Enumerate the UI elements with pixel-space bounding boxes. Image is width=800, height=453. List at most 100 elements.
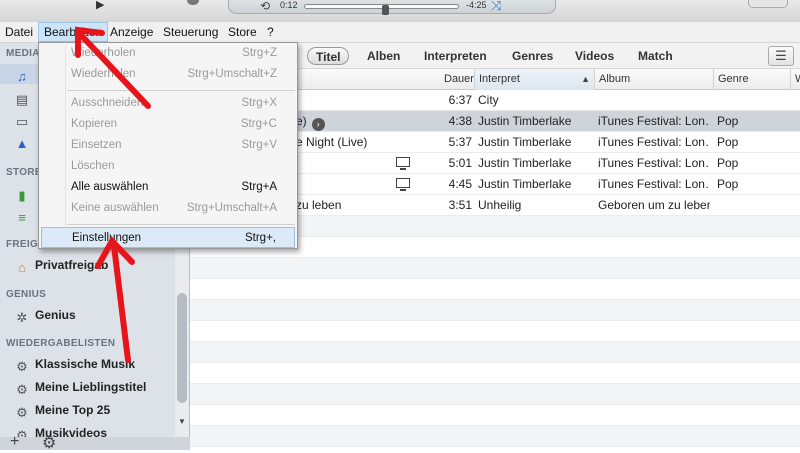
track-name: zu leben — [296, 198, 342, 212]
track-name: e Night (Live) — [296, 135, 368, 149]
menu-store[interactable]: Store — [223, 22, 262, 42]
tab-genres[interactable]: Genres — [512, 47, 553, 65]
tab-alben[interactable]: Alben — [367, 47, 400, 65]
search-field-edge[interactable] — [748, 0, 788, 8]
table-row[interactable] — [190, 426, 800, 447]
tv-icon: ▭ — [15, 114, 29, 129]
track-genre: Pop — [717, 156, 739, 170]
house-icon: ⌂ — [18, 260, 26, 275]
menu-separator — [67, 90, 295, 91]
menu-item-preferences[interactable]: Einstellungen Strg+, — [41, 227, 295, 248]
track-duration: 3:51 — [448, 198, 472, 212]
repeat-icon[interactable]: ⟲ — [260, 0, 270, 13]
sort-ascending-icon: ▲ — [581, 74, 590, 84]
sidebar-item-label: Privatfreigab — [35, 258, 109, 272]
scrollbar-thumb[interactable] — [177, 293, 187, 403]
menu-item-label: Einsetzen — [71, 139, 122, 151]
menu-item-copy[interactable]: Kopieren Strg+C — [39, 114, 297, 135]
menu-item-undo[interactable]: Wiederholen Strg+Z — [39, 43, 297, 64]
menu-item-redo[interactable]: Wiederholen Strg+Umschalt+Z — [39, 64, 297, 85]
sidebar-item-movies[interactable]: ▤ — [14, 87, 35, 107]
volume-slider-knob[interactable] — [187, 0, 199, 5]
table-row[interactable] — [190, 258, 800, 279]
table-row[interactable] — [190, 384, 800, 405]
menu-item-shortcut: Strg+X — [241, 97, 277, 109]
menu-bearbeiten[interactable]: Bearbeiten — [38, 22, 109, 42]
menu-item-delete[interactable]: Löschen — [39, 156, 297, 177]
column-album[interactable]: Album — [594, 69, 713, 90]
sidebar-item-genius[interactable]: ✲ Genius — [14, 305, 76, 325]
shuffle-icon[interactable]: ⤨ — [491, 0, 501, 14]
menu-anzeige[interactable]: Anzeige — [105, 22, 158, 42]
store-bag-icon: ▮ — [18, 188, 26, 203]
menu-item-shortcut: Strg+C — [240, 118, 277, 130]
scroll-down-icon[interactable]: ▼ — [178, 417, 186, 426]
track-album: iTunes Festival: Lon… — [598, 135, 710, 149]
menu-item-label: Alle auswählen — [71, 181, 149, 193]
track-duration: 5:01 — [448, 156, 472, 170]
menu-item-paste[interactable]: Einsetzen Strg+V — [39, 135, 297, 156]
table-row[interactable] — [190, 321, 800, 342]
track-artist: Unheilig — [478, 198, 522, 212]
sidebar-item-tv[interactable]: ▭ — [14, 109, 35, 129]
add-playlist-icon[interactable]: + — [10, 433, 19, 451]
track-duration: 6:37 — [448, 93, 472, 107]
menu-help[interactable]: ? — [262, 22, 279, 42]
track-duration: 5:37 — [448, 135, 472, 149]
table-row[interactable] — [190, 405, 800, 426]
sidebar-item-partial[interactable]: ⚙ Musikvideos — [14, 423, 107, 437]
go-arrow-icon[interactable]: › — [311, 118, 325, 131]
sidebar-item-apps[interactable]: ▲ — [14, 131, 35, 151]
menu-steuerung[interactable]: Steuerung — [158, 22, 223, 42]
video-screen-icon — [396, 157, 410, 170]
sidebar-item-itunes-store[interactable]: ▮ — [14, 183, 35, 203]
menu-item-label: Wiederholen — [71, 47, 136, 59]
menu-item-shortcut: Strg+V — [241, 139, 277, 151]
track-album: iTunes Festival: Lon… — [598, 114, 710, 128]
list-options-button[interactable]: ☰ — [768, 46, 794, 66]
menu-item-label: Ausschneiden — [71, 97, 144, 109]
sidebar-item-home-sharing[interactable]: ⌂ Privatfreigab — [14, 255, 108, 275]
section-playlists: WIEDERGABELISTEN — [6, 338, 116, 349]
sidebar-item-klassische-musik[interactable]: ⚙ Klassische Musik — [14, 354, 135, 374]
sidebar-item-purchased[interactable]: ≡ — [14, 205, 35, 225]
progress-knob[interactable] — [382, 5, 389, 15]
play-icon[interactable]: ▶ — [96, 0, 104, 11]
menu-item-label: Keine auswählen — [71, 202, 159, 214]
track-album: Geboren um zu leben — [598, 198, 710, 212]
table-row[interactable] — [190, 300, 800, 321]
sidebar-item-lieblingstitel[interactable]: ⚙ Meine Lieblingstitel — [14, 377, 146, 397]
settings-gear-icon[interactable]: ⚙ — [42, 433, 56, 453]
table-row[interactable] — [190, 363, 800, 384]
menu-item-shortcut: Strg+, — [244, 232, 276, 244]
table-row[interactable] — [190, 342, 800, 363]
column-extra[interactable]: W — [790, 69, 800, 90]
menu-item-select-all[interactable]: Alle auswählen Strg+A — [39, 177, 297, 198]
sidebar-item-label: Genius — [35, 308, 76, 322]
tab-interpreten[interactable]: Interpreten — [424, 47, 487, 65]
menu-datei[interactable]: Datei — [0, 22, 38, 42]
column-interpret[interactable]: Interpret ▲ — [474, 69, 594, 90]
menu-item-cut[interactable]: Ausschneiden Strg+X — [39, 93, 297, 114]
table-row[interactable] — [190, 279, 800, 300]
column-genre[interactable]: Genre — [713, 69, 790, 90]
menu-item-label: Einstellungen — [72, 232, 142, 244]
track-artist: Justin Timberlake — [478, 135, 572, 149]
track-duration: 4:38 — [448, 114, 472, 128]
sidebar-item-top25[interactable]: ⚙ Meine Top 25 — [14, 400, 110, 420]
film-icon: ▤ — [15, 92, 29, 107]
video-screen-icon — [396, 178, 410, 191]
progress-bar[interactable] — [304, 4, 459, 15]
hamburger-icon: ☰ — [775, 48, 787, 63]
menu-item-label: Wiederholen — [71, 68, 136, 80]
track-album: iTunes Festival: Lon… — [598, 156, 710, 170]
section-store: STORE — [6, 167, 42, 178]
menu-item-shortcut: Strg+A — [241, 181, 277, 193]
music-note-icon: ♫ — [17, 69, 27, 84]
column-dauer[interactable]: Dauer — [440, 69, 474, 90]
tab-match[interactable]: Match — [638, 47, 673, 65]
purchased-list-icon: ≡ — [18, 210, 26, 225]
menu-item-select-none[interactable]: Keine auswählen Strg+Umschalt+A — [39, 198, 297, 219]
tab-videos[interactable]: Videos — [575, 47, 614, 65]
tab-titel[interactable]: Titel — [307, 47, 350, 65]
